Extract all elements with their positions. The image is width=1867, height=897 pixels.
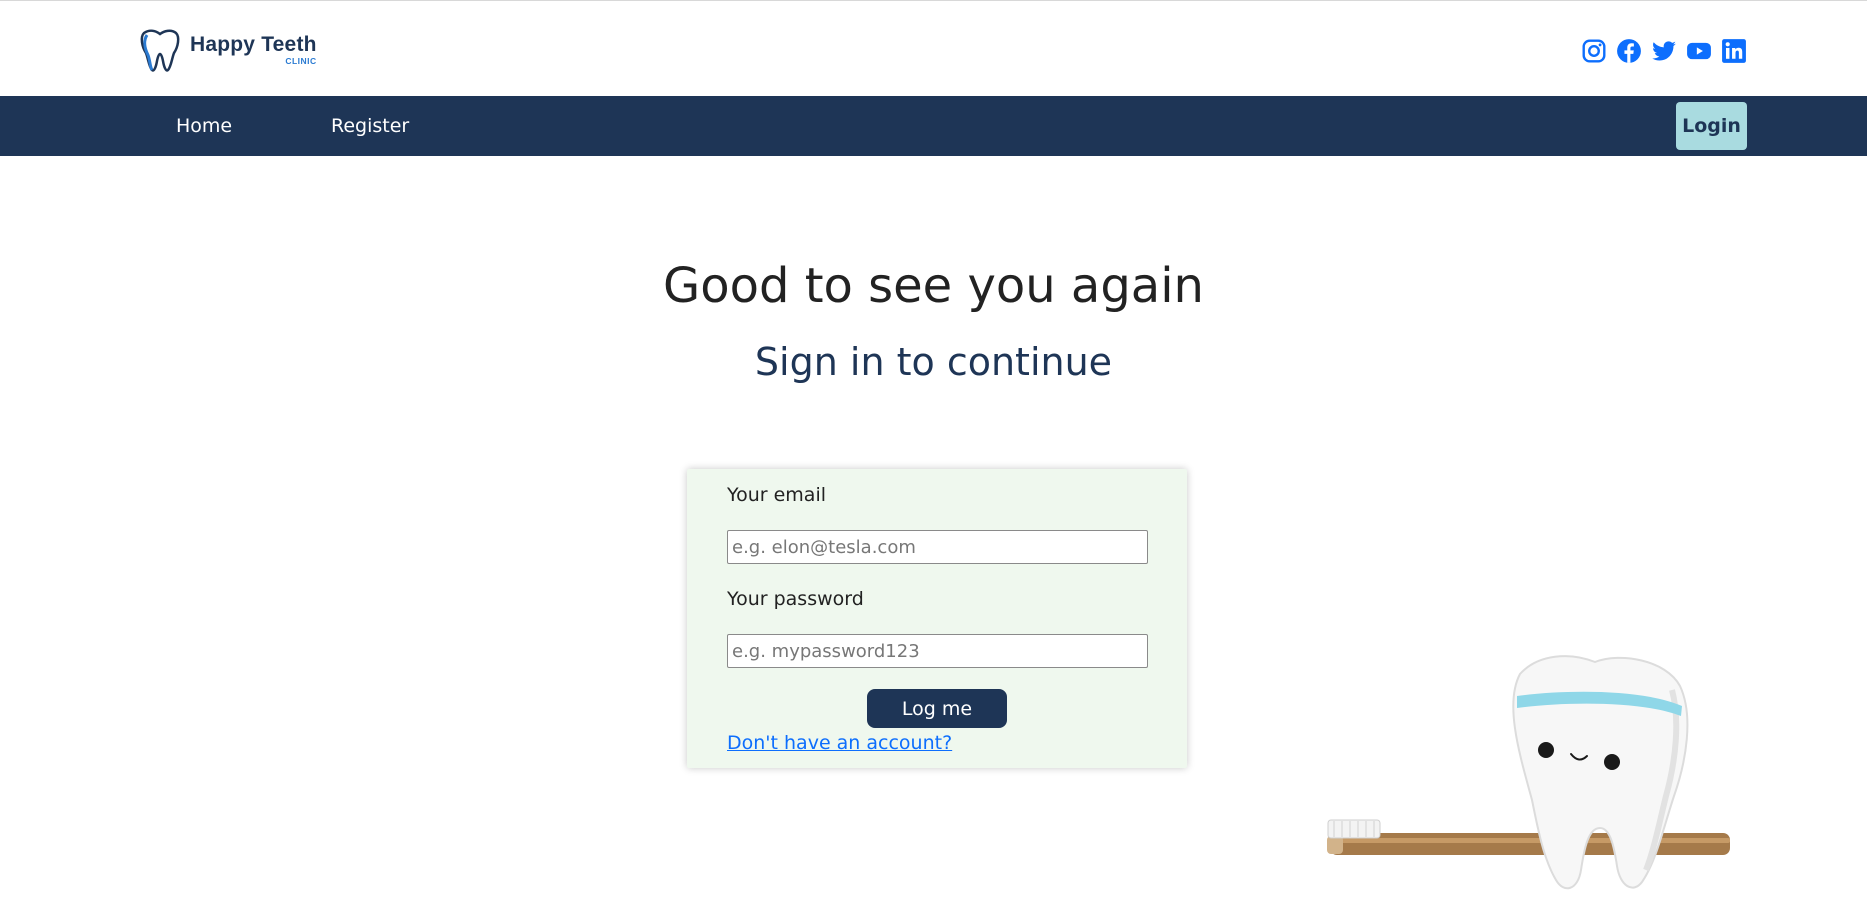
tooth-logo-icon: [140, 29, 180, 72]
email-input[interactable]: [727, 530, 1148, 564]
facebook-icon[interactable]: [1616, 38, 1642, 64]
page-subtitle: Sign in to continue: [754, 340, 1113, 384]
signup-link[interactable]: Don't have an account?: [727, 732, 952, 754]
toothbrush-bristles: [1327, 819, 1381, 839]
nav-home-link[interactable]: Home: [176, 96, 232, 156]
page-title: Good to see you again: [663, 258, 1204, 314]
tooth-left-eye: [1538, 742, 1554, 758]
social-links: [1581, 38, 1747, 64]
linkedin-icon[interactable]: [1721, 38, 1747, 64]
toothbrush-handle: [1330, 833, 1730, 855]
tooth-right-eye: [1604, 754, 1620, 770]
email-label: Your email: [727, 484, 826, 506]
twitter-icon[interactable]: [1651, 38, 1677, 64]
nav-register-link[interactable]: Register: [331, 96, 409, 156]
brand-name: Happy Teeth: [190, 33, 317, 57]
nav-login-button[interactable]: Login: [1676, 102, 1747, 150]
instagram-icon[interactable]: [1581, 38, 1607, 64]
tooth-mascot-image: [1327, 655, 1730, 890]
brand-subtitle: CLINIC: [285, 56, 317, 67]
password-label: Your password: [727, 588, 864, 610]
top-header: Happy Teeth CLINIC: [0, 0, 1867, 96]
login-form: Your email Your password Log me Don't ha…: [687, 469, 1187, 768]
login-submit-button[interactable]: Log me: [867, 689, 1007, 728]
main-navbar: Home Register Login: [0, 96, 1867, 156]
youtube-icon[interactable]: [1686, 38, 1712, 64]
brand-logo[interactable]: Happy Teeth CLINIC: [138, 27, 317, 73]
password-input[interactable]: [727, 634, 1148, 668]
